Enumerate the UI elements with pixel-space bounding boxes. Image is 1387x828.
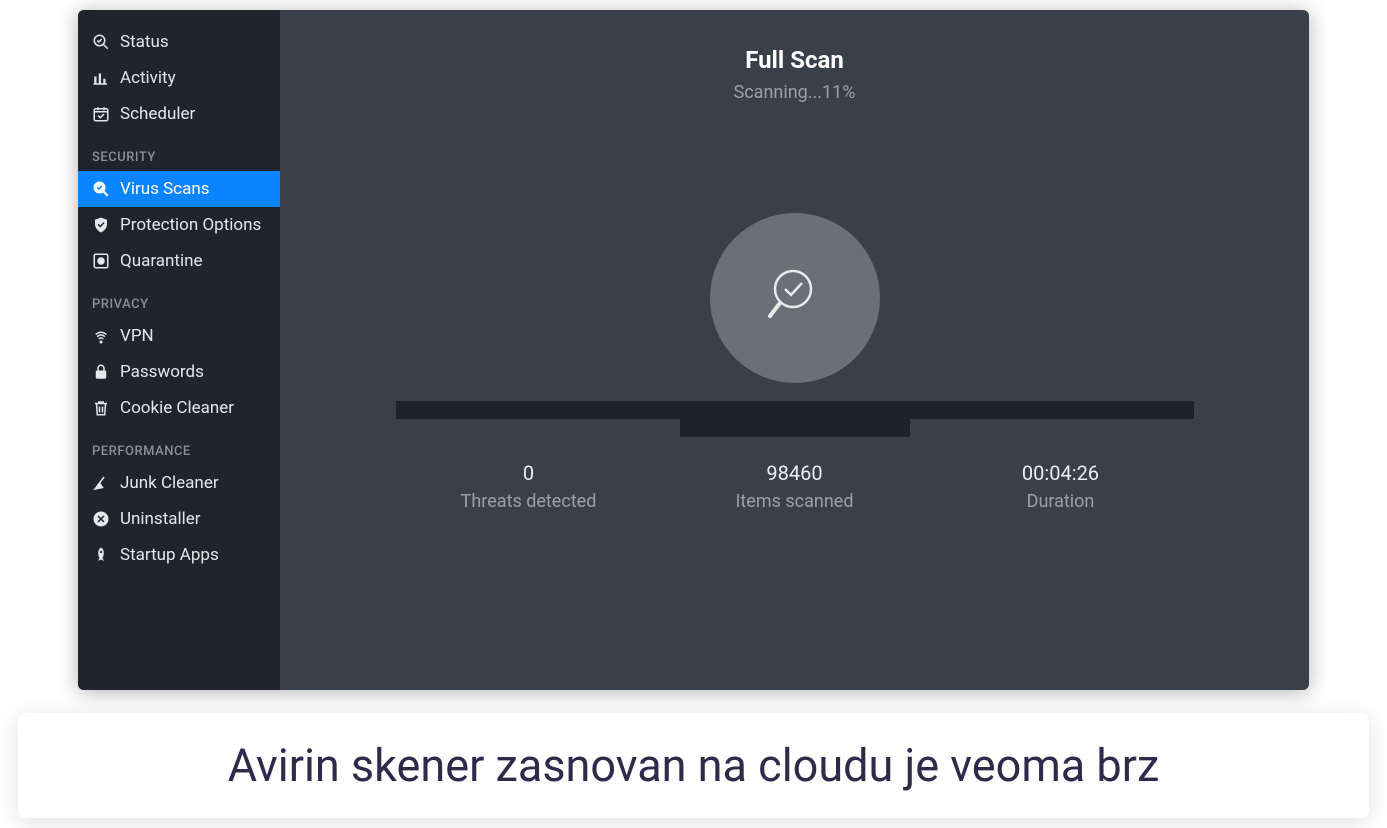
- progress-bar: [396, 401, 1194, 419]
- activity-icon: [92, 69, 110, 87]
- sidebar-header-privacy: PRIVACY: [78, 279, 280, 318]
- lock-icon: [92, 363, 110, 381]
- stat-duration-value: 00:04:26: [928, 461, 1194, 485]
- app-window: Status Activity Scheduler SECURITY Virus…: [78, 10, 1309, 690]
- sidebar-item-label: Status: [120, 32, 169, 52]
- sidebar-item-cookie-cleaner[interactable]: Cookie Cleaner: [78, 390, 280, 426]
- sidebar-item-protection-options[interactable]: Protection Options: [78, 207, 280, 243]
- stat-items-label: Items scanned: [662, 491, 928, 512]
- sidebar-item-virus-scans[interactable]: Virus Scans: [78, 171, 280, 207]
- sidebar-item-label: Activity: [120, 68, 176, 88]
- caption-text: Avirin skener zasnovan na cloudu je veom…: [54, 739, 1333, 792]
- sidebar-item-passwords[interactable]: Passwords: [78, 354, 280, 390]
- sidebar-item-vpn[interactable]: VPN: [78, 318, 280, 354]
- trash-icon: [92, 399, 110, 417]
- stat-threats-value: 0: [396, 461, 662, 485]
- sidebar-item-label: Junk Cleaner: [120, 473, 219, 493]
- sidebar-item-label: Virus Scans: [120, 179, 209, 199]
- x-circle-icon: [92, 510, 110, 528]
- sidebar-item-label: Uninstaller: [120, 509, 201, 529]
- magnifier-check-icon: [760, 261, 830, 335]
- sidebar-item-junk-cleaner[interactable]: Junk Cleaner: [78, 465, 280, 501]
- sidebar-item-startup-apps[interactable]: Startup Apps: [78, 537, 280, 573]
- broom-icon: [92, 474, 110, 492]
- quarantine-icon: [92, 252, 110, 270]
- sidebar-item-label: VPN: [120, 326, 154, 346]
- sidebar-item-quarantine[interactable]: Quarantine: [78, 243, 280, 279]
- sidebar-item-label: Scheduler: [120, 104, 195, 124]
- main-content: Full Scan Scanning...11% 0 Threats detec…: [280, 10, 1309, 690]
- sidebar-item-label: Passwords: [120, 362, 204, 382]
- sidebar-item-uninstaller[interactable]: Uninstaller: [78, 501, 280, 537]
- scan-title: Full Scan: [745, 46, 844, 74]
- scheduler-icon: [92, 105, 110, 123]
- stat-threats: 0 Threats detected: [396, 461, 662, 512]
- sidebar-item-label: Protection Options: [120, 215, 261, 235]
- sidebar-item-label: Cookie Cleaner: [120, 398, 234, 418]
- vpn-icon: [92, 327, 110, 345]
- sidebar-item-label: Startup Apps: [120, 545, 219, 565]
- stat-duration-label: Duration: [928, 491, 1194, 512]
- redacted-path: [680, 419, 910, 437]
- stat-items-value: 98460: [662, 461, 928, 485]
- stat-threats-label: Threats detected: [396, 491, 662, 512]
- rocket-icon: [92, 546, 110, 564]
- scan-status: Scanning...11%: [734, 82, 856, 103]
- sidebar-item-activity[interactable]: Activity: [78, 60, 280, 96]
- scan-stats: 0 Threats detected 98460 Items scanned 0…: [396, 461, 1194, 512]
- stat-items: 98460 Items scanned: [662, 461, 928, 512]
- scan-progress-circle: [710, 213, 880, 383]
- sidebar: Status Activity Scheduler SECURITY Virus…: [78, 10, 280, 690]
- sidebar-item-status[interactable]: Status: [78, 24, 280, 60]
- virus-scan-icon: [92, 180, 110, 198]
- status-icon: [92, 33, 110, 51]
- sidebar-item-label: Quarantine: [120, 251, 202, 271]
- sidebar-header-security: SECURITY: [78, 132, 280, 171]
- shield-icon: [92, 216, 110, 234]
- sidebar-header-performance: PERFORMANCE: [78, 426, 280, 465]
- sidebar-item-scheduler[interactable]: Scheduler: [78, 96, 280, 132]
- stat-duration: 00:04:26 Duration: [928, 461, 1194, 512]
- caption-card: Avirin skener zasnovan na cloudu je veom…: [18, 713, 1369, 818]
